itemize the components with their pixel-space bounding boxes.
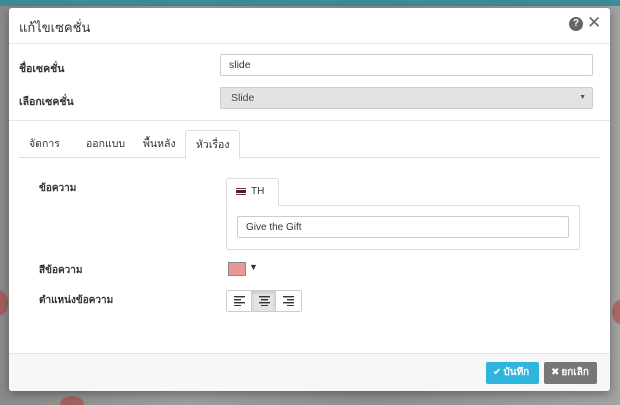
background-decoration	[0, 290, 8, 316]
section-name-label: ชื่อเซคชั่น	[19, 63, 65, 75]
background-banner	[0, 0, 620, 6]
align-left-button[interactable]	[227, 291, 252, 311]
align-right-button[interactable]	[276, 291, 301, 311]
save-button[interactable]: ✔ บันทึก	[486, 362, 539, 384]
color-swatch	[228, 262, 246, 276]
text-alignment-label: ตำแหน่งข้อความ	[39, 295, 114, 306]
save-button-label: บันทึก	[503, 367, 530, 378]
heading-text-input[interactable]	[237, 216, 569, 238]
x-icon: ✖	[551, 367, 560, 378]
dialog-footer: ✔ บันทึก ✖ ยกเลิก	[9, 353, 610, 391]
section-select[interactable]: Slide ▼	[220, 87, 593, 109]
close-icon[interactable]: ✕	[587, 14, 601, 32]
section-select-value: Slide	[231, 92, 255, 104]
align-left-icon	[234, 296, 245, 306]
text-color-picker[interactable]: ▼	[226, 260, 260, 280]
form-divider	[9, 120, 610, 121]
background-decoration	[612, 300, 620, 324]
background-decoration	[60, 396, 84, 405]
align-right-icon	[283, 296, 295, 306]
tab-heading[interactable]: หัวเรื่อง	[185, 130, 241, 159]
text-color-label: สีข้อความ	[39, 265, 83, 276]
language-tab-th[interactable]: TH	[226, 178, 279, 206]
section-select-label: เลือกเซคชั่น	[19, 96, 74, 108]
caret-down-icon: ▼	[249, 262, 258, 272]
text-alignment-group	[226, 290, 302, 312]
tab-design[interactable]: ออกแบบ	[76, 130, 135, 158]
dialog-title: แก้ไขเซคชั่น	[19, 20, 91, 35]
check-icon: ✔	[493, 367, 502, 378]
dialog-header: แก้ไขเซคชั่น ? ✕	[9, 8, 610, 44]
tab-background[interactable]: พื้นหลัง	[133, 130, 186, 158]
align-center-icon	[258, 296, 270, 306]
help-icon[interactable]: ?	[569, 17, 583, 31]
text-label: ข้อความ	[39, 183, 77, 194]
chevron-down-icon: ▼	[579, 94, 586, 101]
cancel-button[interactable]: ✖ ยกเลิก	[544, 362, 597, 384]
language-tab-label: TH	[251, 186, 265, 197]
tab-manage[interactable]: จัดการ	[19, 130, 70, 158]
cancel-button-label: ยกเลิก	[561, 367, 589, 378]
settings-tabs: จัดการ ออกแบบ พื้นหลัง หัวเรื่อง	[19, 130, 600, 159]
align-center-button[interactable]	[251, 291, 277, 311]
section-name-input[interactable]	[220, 54, 593, 76]
thai-flag-icon	[236, 187, 246, 195]
edit-section-dialog: แก้ไขเซคชั่น ? ✕ ชื่อเซคชั่น เลือกเซคชั่…	[9, 8, 610, 391]
